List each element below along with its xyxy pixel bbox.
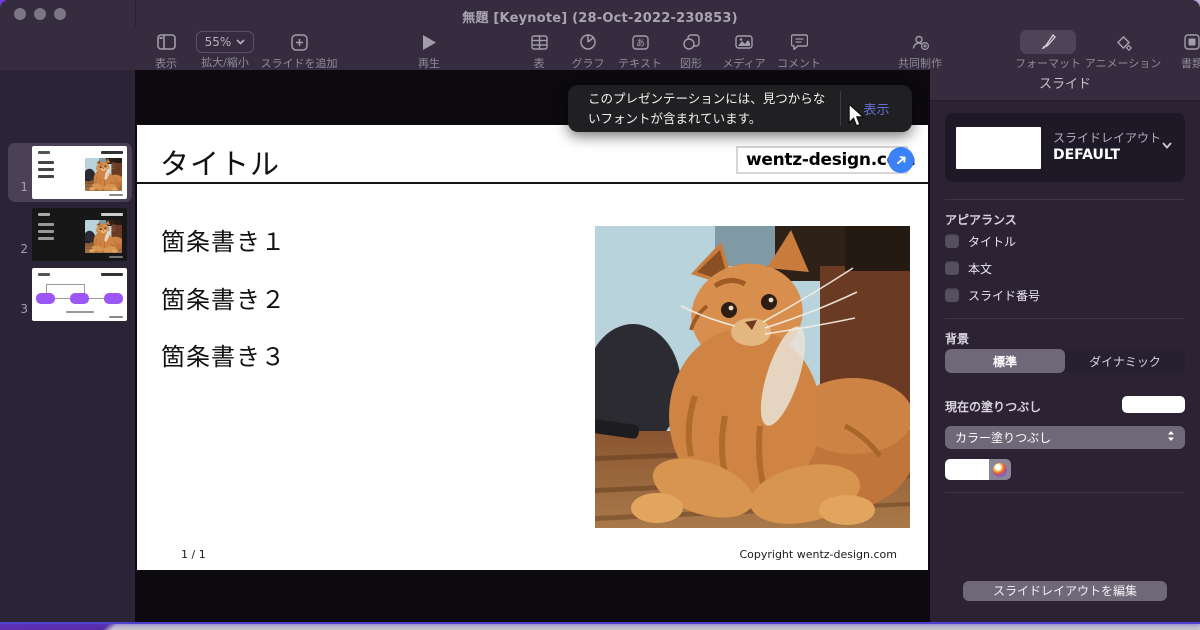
background-tabs: 標準 ダイナミック [945,349,1185,373]
cat-photo[interactable] [595,226,910,528]
bullet-item[interactable]: 箇条書き２ [161,280,286,315]
add-slide-button[interactable]: スライドを追加 [254,30,344,71]
checkbox-row-slide-number[interactable]: スライド番号 [945,287,1040,303]
slide-thumbnail-1[interactable] [32,146,127,199]
play-icon [384,30,474,54]
add-slide-icon [254,30,344,54]
layout-thumbnail [956,127,1041,169]
collaborate-icon [875,30,965,54]
comment-button[interactable]: コメント [754,30,844,71]
color-wheel-icon [993,462,1007,477]
toolbar: 表示 55% 拡大/縮小 スライドを追加 再生 表 グラフ あ テキスト 図形 … [0,0,1200,71]
color-picker-button[interactable] [989,459,1011,480]
format-inspector: スライド スライドレイアウト DEFAULT アピアランス タイトル 本文 スラ… [930,70,1200,622]
document-button[interactable]: 書類 [1147,30,1200,71]
mini-shape [36,293,55,304]
checkbox[interactable] [945,261,959,275]
mini-shape [70,293,89,304]
layout-value: DEFAULT [1053,147,1121,163]
comment-icon [754,30,844,54]
color-swatch-white[interactable] [945,459,989,480]
mouse-cursor [848,102,866,133]
current-fill-swatch[interactable] [1122,396,1185,413]
link-text-box[interactable]: wentz-design.com ➜ [736,146,916,174]
edit-slide-layout-button[interactable]: スライドレイアウトを編集 [963,581,1167,601]
tab-standard[interactable]: 標準 [945,349,1065,373]
layout-label: スライドレイアウト [1053,131,1162,145]
title-bar: 無題 [Keynote] (28-Oct-2022-230853) [0,0,1200,28]
slide-thumbnail-2[interactable] [32,208,127,261]
checkbox-row-title[interactable]: タイトル [945,233,1016,249]
checkbox[interactable] [945,234,959,248]
chevron-down-icon [1162,142,1172,149]
slide-number-label: 2 [20,242,28,256]
collaborate-button[interactable]: 共同制作 [875,30,965,71]
slide-number-label: 3 [20,302,28,316]
divider [945,199,1185,200]
checkbox-row-body[interactable]: 本文 [945,260,992,276]
background-section-title: 背景 [945,332,970,346]
updown-arrows-icon [1167,430,1175,445]
page-number: 1 / 1 [181,548,206,561]
svg-text:あ: あ [635,38,644,49]
header-rule [137,182,928,184]
bullet-item[interactable]: 箇条書き１ [161,222,286,257]
slide-navigator: 1 2 3 [0,70,135,622]
hyperlink-badge-icon[interactable]: ➜ [888,147,914,173]
appearance-section-title: アピアランス [945,213,1017,227]
slide-footer: 1 / 1 Copyright wentz-design.com [137,548,928,562]
slide-thumbnail-3[interactable] [32,268,127,321]
slide-layout-card[interactable]: スライドレイアウト DEFAULT [945,113,1185,182]
checkbox[interactable] [945,288,959,302]
current-fill-label: 現在の塗りつぶし [945,400,1042,414]
current-fill-row: 現在の塗りつぶし [945,396,1185,414]
document-icon [1147,30,1200,54]
divider [945,492,1185,493]
slide-canvas: タイトル wentz-design.com ➜ 箇条書き１ 箇条書き２ 箇条書き… [135,70,930,622]
zoom-dropdown[interactable]: 55% [195,31,255,53]
tab-dynamic[interactable]: ダイナミック [1065,349,1185,373]
window-title: 無題 [Keynote] (28-Oct-2022-230853) [462,11,738,26]
fill-type-dropdown[interactable]: カラー塗りつぶし [945,426,1185,449]
divider [945,318,1185,319]
notification-message: このプレゼンテーションには、見つからないフォントが含まれています。 [588,91,826,126]
color-well[interactable] [945,459,1011,480]
format-brush-icon [1020,30,1076,54]
keynote-window: 無題 [Keynote] (28-Oct-2022-230853) 表示 55%… [0,0,1200,624]
play-button[interactable]: 再生 [384,30,474,71]
copyright-text: Copyright wentz-design.com [739,548,897,561]
slide-number-label: 1 [20,180,28,194]
bullet-item[interactable]: 箇条書き３ [161,337,286,372]
slide-title[interactable]: タイトル [160,141,280,183]
mini-shape [104,293,123,304]
slide-editor[interactable]: タイトル wentz-design.com ➜ 箇条書き１ 箇条書き２ 箇条書き… [137,125,928,570]
inspector-header: スライド [930,70,1200,101]
